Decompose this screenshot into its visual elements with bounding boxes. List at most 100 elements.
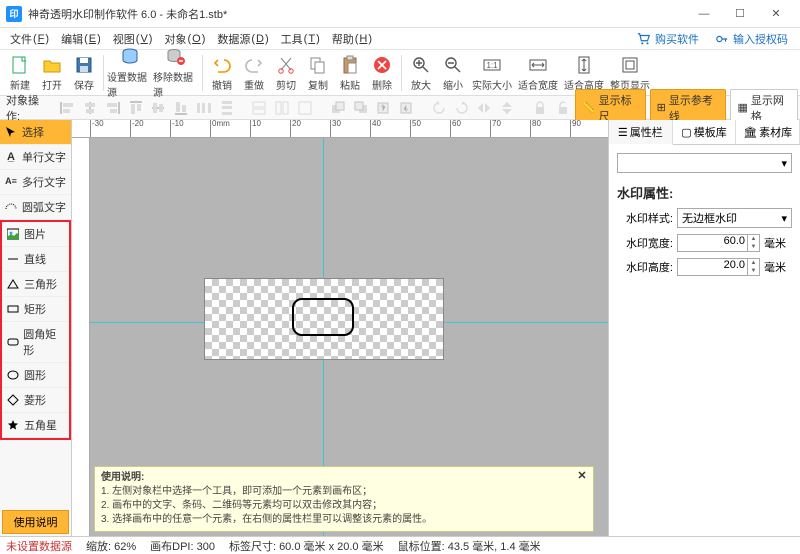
element-selector-combo[interactable]: ▾ [617, 153, 792, 173]
menu-help[interactable]: 帮助(H) [326, 29, 378, 49]
usage-help-button[interactable]: 使用说明 [2, 510, 69, 534]
prop-width-input[interactable]: 60.0▲▼ [677, 234, 760, 252]
tab-properties[interactable]: ☰属性栏 [609, 120, 673, 145]
unlock-icon[interactable] [552, 98, 573, 118]
rotate-left-icon[interactable] [428, 98, 449, 118]
tool-diamond[interactable]: 菱形 [2, 388, 69, 413]
tool-star[interactable]: 五角星 [2, 413, 69, 438]
actual-size-button[interactable]: 1:1实际大小 [469, 52, 515, 94]
undo-button[interactable]: 撤销 [206, 52, 238, 94]
prop-style-combo[interactable]: 无边框水印▾ [677, 208, 792, 228]
tool-multi-text[interactable]: A≡多行文字 [0, 170, 71, 195]
tool-image[interactable]: 图片 [2, 222, 69, 247]
ruler-tick: 20 [290, 120, 301, 138]
copy-button[interactable]: 复制 [302, 52, 334, 94]
ruler-icon: 📏 [582, 101, 596, 114]
tool-single-text[interactable]: A̲单行文字 [0, 145, 71, 170]
align-center-h-icon[interactable] [79, 98, 100, 118]
send-backward-icon[interactable] [396, 98, 417, 118]
same-height-icon[interactable] [272, 98, 293, 118]
redo-button[interactable]: 重做 [238, 52, 270, 94]
redo-icon [243, 54, 265, 76]
prop-height-unit: 毫米 [764, 259, 792, 275]
menu-file[interactable]: 文件(F) [4, 29, 55, 49]
menu-edit[interactable]: 编辑(E) [55, 29, 107, 49]
ruler-vertical[interactable] [72, 138, 90, 536]
set-datasource-button[interactable]: 设置数据源 [107, 44, 153, 101]
menu-datasource[interactable]: 数据源(D) [211, 29, 274, 49]
chevron-down-icon: ▾ [781, 212, 787, 225]
window-title: 神奇透明水印制作软件 6.0 - 未命名1.stb* [28, 6, 686, 22]
tool-ellipse[interactable]: 圆形 [2, 363, 69, 388]
tool-rect[interactable]: 矩形 [2, 297, 69, 322]
tool-panel: 选择 A̲单行文字 A≡多行文字 圆弧文字 图片 直线 三角形 矩形 圆角矩形 … [0, 120, 72, 536]
bring-forward-icon[interactable] [373, 98, 394, 118]
distribute-v-icon[interactable] [217, 98, 238, 118]
lock-icon[interactable] [529, 98, 550, 118]
distribute-h-icon[interactable] [194, 98, 215, 118]
cut-icon [275, 54, 297, 76]
same-width-icon[interactable] [249, 98, 270, 118]
ruler-tick: 90 [570, 120, 581, 138]
flip-h-icon[interactable] [474, 98, 495, 118]
full-page-button[interactable]: 整页显示 [607, 52, 653, 94]
zoom-out-button[interactable]: 缩小 [437, 52, 469, 94]
database-set-icon [119, 46, 141, 68]
prop-height-label: 水印高度: [617, 259, 673, 275]
chevron-down-icon: ▾ [781, 157, 787, 170]
fit-height-button[interactable]: 适合高度 [561, 52, 607, 94]
maximize-button[interactable]: ☐ [722, 3, 758, 25]
flip-v-icon[interactable] [497, 98, 518, 118]
align-bottom-icon[interactable] [171, 98, 192, 118]
selected-roundrect-shape[interactable] [292, 298, 354, 336]
close-button[interactable]: ✕ [758, 3, 794, 25]
fit-width-button[interactable]: 适合宽度 [515, 52, 561, 94]
ruler-tick: 40 [370, 120, 381, 138]
template-icon: ▢ [681, 126, 691, 139]
ruler-horizontal[interactable]: -30 -20 -10 0mm 10 20 30 40 50 60 70 80 … [72, 120, 608, 138]
menu-tools[interactable]: 工具(T) [275, 29, 326, 49]
prop-height-input[interactable]: 20.0▲▼ [677, 258, 760, 276]
align-center-v-icon[interactable] [148, 98, 169, 118]
align-top-icon[interactable] [125, 98, 146, 118]
tool-line[interactable]: 直线 [2, 247, 69, 272]
delete-button[interactable]: 删除 [366, 52, 398, 94]
fit-height-icon [573, 54, 595, 76]
remove-datasource-button[interactable]: 移除数据源 [153, 44, 199, 101]
prop-width-label: 水印宽度: [617, 235, 673, 251]
cursor-icon [4, 125, 18, 139]
tool-arc-text[interactable]: 圆弧文字 [0, 195, 71, 220]
ruler-tick: 0mm [210, 120, 230, 138]
separator [401, 55, 402, 91]
zoom-in-button[interactable]: 放大 [405, 52, 437, 94]
ellipse-icon [6, 368, 20, 382]
text-multi-icon: A≡ [4, 175, 18, 189]
viewport[interactable]: ✕ 使用说明: 1. 左侧对象栏中选择一个工具，即可添加一个元素到画布区； 2.… [90, 138, 608, 536]
minimize-button[interactable]: — [686, 3, 722, 25]
star-icon [6, 418, 20, 432]
tool-roundrect[interactable]: 圆角矩形 [2, 322, 69, 363]
tip-line: 3. 选择画布中的任意一个元素，在右侧的属性栏里可以调整该元素的属性。 [101, 513, 587, 527]
save-button[interactable]: 保存 [68, 52, 100, 94]
cut-button[interactable]: 剪切 [270, 52, 302, 94]
same-size-icon[interactable] [295, 98, 316, 118]
tip-close-button[interactable]: ✕ [575, 469, 589, 483]
align-right-icon[interactable] [102, 98, 123, 118]
paste-button[interactable]: 粘贴 [334, 52, 366, 94]
rotate-right-icon[interactable] [451, 98, 472, 118]
align-left-icon[interactable] [57, 98, 78, 118]
full-page-icon [619, 54, 641, 76]
open-button[interactable]: 打开 [36, 52, 68, 94]
open-icon [41, 54, 63, 76]
tool-select[interactable]: 选择 [0, 120, 71, 145]
tool-triangle[interactable]: 三角形 [2, 272, 69, 297]
separator [202, 55, 203, 91]
bring-front-icon[interactable] [327, 98, 348, 118]
buy-software-link[interactable]: 购买软件 [629, 31, 707, 47]
send-back-icon[interactable] [350, 98, 371, 118]
tab-templates[interactable]: ▢模板库 [673, 120, 737, 144]
tab-assets[interactable]: 🏛素材库 [736, 120, 800, 144]
object-ops-toolbar: 对象操作: 📏显示标尺 ⊞显示参考线 ▦显示网格 [0, 96, 800, 120]
enter-license-link[interactable]: 输入授权码 [707, 31, 796, 47]
new-button[interactable]: 新建 [4, 52, 36, 94]
